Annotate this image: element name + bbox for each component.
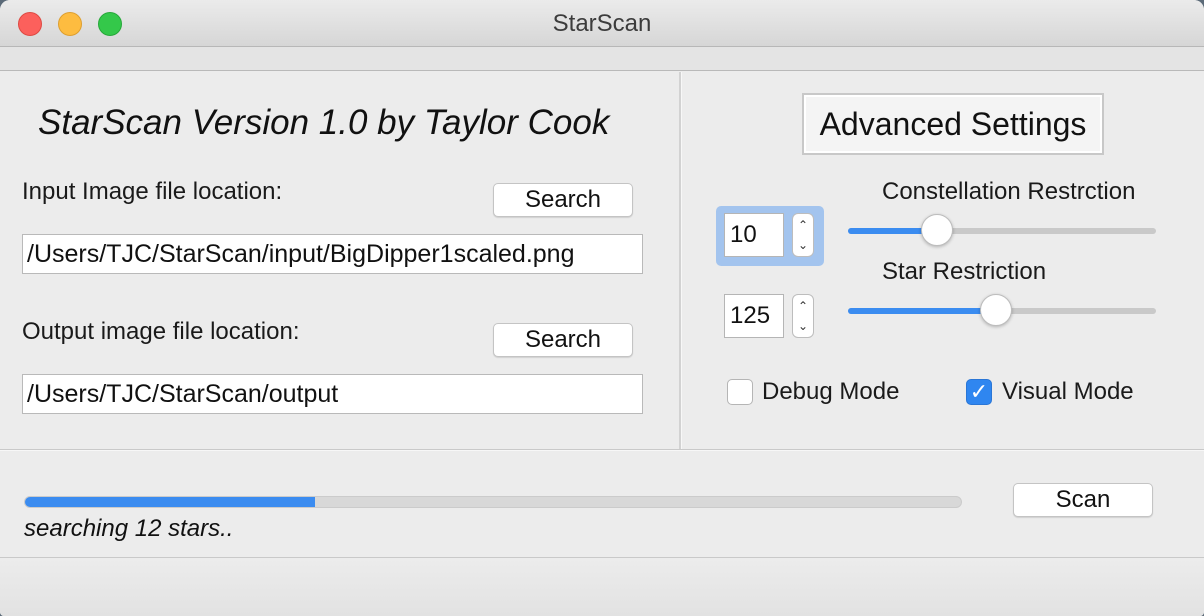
output-location-label: Output image file location: xyxy=(22,318,300,345)
constellation-slider[interactable] xyxy=(848,214,1156,246)
star-value-field[interactable]: 125 xyxy=(724,294,784,338)
star-slider-fill xyxy=(848,308,996,314)
star-slider[interactable] xyxy=(848,294,1156,326)
constellation-value-field[interactable]: 10 xyxy=(724,213,784,257)
advanced-settings-button[interactable]: Advanced Settings xyxy=(802,93,1104,155)
star-slider-thumb[interactable] xyxy=(979,294,1012,326)
scan-progress-bar xyxy=(24,496,962,508)
status-text: searching 12 stars.. xyxy=(24,515,234,542)
app-heading: StarScan Version 1.0 by Taylor Cook xyxy=(38,103,610,142)
chevron-up-icon[interactable]: ⌃ xyxy=(793,296,813,316)
chevron-down-icon[interactable]: ⌄ xyxy=(793,235,813,255)
visual-mode-checkbox[interactable]: ✓ xyxy=(966,379,992,405)
visual-mode-label: Visual Mode xyxy=(1002,378,1134,405)
constellation-restriction-label: Constellation Restrction xyxy=(882,178,1136,205)
scan-progress-fill xyxy=(25,497,316,507)
debug-mode-checkbox[interactable] xyxy=(727,379,753,405)
input-path-field[interactable]: /Users/TJC/StarScan/input/BigDipper1scal… xyxy=(22,234,643,274)
constellation-slider-thumb[interactable] xyxy=(921,214,954,246)
input-search-button[interactable]: Search xyxy=(493,183,633,217)
window-title: StarScan xyxy=(552,10,652,37)
output-search-button[interactable]: Search xyxy=(493,323,633,357)
scan-button[interactable]: Scan xyxy=(1013,483,1153,517)
section-divider xyxy=(0,449,1204,451)
output-path-field[interactable]: /Users/TJC/StarScan/output xyxy=(22,374,643,414)
star-stepper[interactable]: ⌃ ⌄ xyxy=(792,294,814,338)
input-location-label: Input Image file location: xyxy=(22,178,283,205)
toolbar-strip xyxy=(0,47,1204,71)
app-window: StarScan StarScan Version 1.0 by Taylor … xyxy=(0,0,1204,616)
footer-bar xyxy=(0,558,1204,616)
checkmark-icon: ✓ xyxy=(969,379,989,404)
chevron-up-icon[interactable]: ⌃ xyxy=(793,215,813,235)
debug-mode-label: Debug Mode xyxy=(762,378,900,405)
star-restriction-label: Star Restriction xyxy=(882,258,1047,285)
constellation-stepper[interactable]: ⌃ ⌄ xyxy=(792,213,814,257)
title-bar[interactable]: StarScan xyxy=(0,0,1204,47)
chevron-down-icon[interactable]: ⌄ xyxy=(793,316,813,336)
panel-divider xyxy=(679,72,682,449)
